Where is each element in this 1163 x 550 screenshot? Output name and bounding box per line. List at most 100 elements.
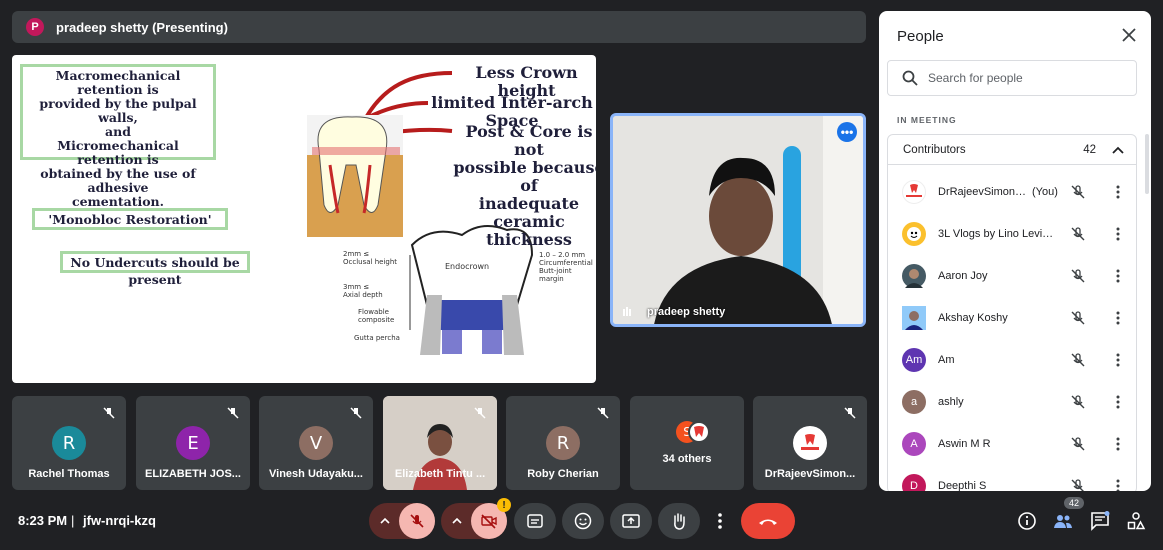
- mic-off-icon: [410, 514, 424, 528]
- meeting-controls-bar: 8:23 PM | jfw-nrqi-kzq ! 42: [0, 497, 1163, 550]
- participant-row[interactable]: A Aswin M R: [888, 423, 1136, 465]
- more-options-icon[interactable]: •••: [837, 122, 857, 142]
- avatar: [793, 426, 827, 460]
- participant-tile[interactable]: R Roby Cherian: [506, 396, 620, 490]
- flowable-line: Flowable: [358, 308, 389, 316]
- point3-line: possible because of: [453, 158, 596, 195]
- warning-badge: !: [497, 498, 511, 512]
- margin-line: Butt-joint margin: [539, 267, 572, 283]
- presenter-name-label: pradeep shetty: [647, 306, 726, 318]
- audio-level-icon: [623, 307, 631, 316]
- people-search-input[interactable]: Search for people: [887, 60, 1137, 96]
- more-vert-icon[interactable]: [1110, 436, 1126, 452]
- participant-tile[interactable]: E ELIZABETH JOS...: [136, 396, 250, 490]
- more-vert-icon[interactable]: [1110, 310, 1126, 326]
- panel-title: People: [897, 28, 944, 45]
- hand-icon: [674, 513, 685, 530]
- camera-control-group[interactable]: !: [441, 498, 511, 539]
- present-button[interactable]: [610, 503, 652, 539]
- presenter-avatar: P: [26, 18, 44, 36]
- search-icon: [902, 70, 918, 86]
- label-flowable: Flowable composite: [358, 308, 394, 324]
- avatar: [902, 222, 926, 246]
- avatar: Am: [902, 348, 926, 372]
- mic-off-icon: [597, 407, 609, 419]
- chevron-up-icon[interactable]: [380, 516, 390, 526]
- participant-name: 3L Vlogs by Lino Levin L...: [938, 228, 1058, 240]
- participant-tile[interactable]: R Rachel Thomas: [12, 396, 126, 490]
- box1-line: cementation.: [71, 194, 164, 209]
- participant-name: Roby Cherian: [527, 468, 599, 480]
- participant-row[interactable]: D Deepthi S: [888, 465, 1136, 491]
- monobloc-box: 'Monobloc Restoration': [32, 208, 228, 230]
- meeting-info-icon[interactable]: [1017, 511, 1037, 531]
- avatar: [902, 306, 926, 330]
- group-label: Contributors: [903, 143, 966, 156]
- participant-row[interactable]: Aaron Joy: [888, 255, 1136, 297]
- participant-name: Aswin M R: [938, 438, 991, 450]
- contributors-list: Contributors 42 DrRajeevSimonK ... (You)…: [887, 134, 1137, 491]
- box1-line: and: [105, 124, 131, 139]
- participant-name: DrRajeevSimonK ...: [938, 186, 1028, 198]
- presenter-video-tile[interactable]: ••• pradeep shetty: [610, 113, 866, 327]
- avatar: a: [902, 390, 926, 414]
- more-vert-icon[interactable]: [1110, 352, 1126, 368]
- chat-icon[interactable]: [1090, 511, 1110, 531]
- participant-row[interactable]: 3L Vlogs by Lino Levin L...: [888, 213, 1136, 255]
- leave-call-button[interactable]: [741, 503, 795, 539]
- emoji-icon: [574, 512, 592, 530]
- avatar: [688, 421, 710, 443]
- mic-control-group[interactable]: [369, 503, 435, 539]
- label-margin: 1.0 – 2.0 mm Circumferential Butt-joint …: [539, 251, 596, 283]
- mic-off-icon: [1071, 479, 1084, 491]
- captions-button[interactable]: [514, 503, 556, 539]
- box1-line: Macromechanical retention is: [55, 68, 181, 97]
- participant-row[interactable]: Akshay Koshy: [888, 297, 1136, 339]
- box1-line: Micromechanical retention is: [57, 138, 179, 167]
- dentaura-logo-icon: [801, 434, 819, 450]
- presenting-title: pradeep shetty (Presenting): [56, 19, 228, 35]
- mic-off-icon: [103, 407, 115, 419]
- contributors-header[interactable]: Contributors 42: [888, 135, 1136, 165]
- dentaura-logo-icon: [906, 184, 922, 197]
- retention-box: Macromechanical retention is provided by…: [20, 64, 216, 209]
- point-post-core: Post & Core is not possible because of i…: [452, 123, 596, 249]
- label-axial: 3mm ≤ Axial depth: [343, 283, 383, 299]
- more-vert-icon[interactable]: [1110, 226, 1126, 242]
- participant-row[interactable]: DrRajeevSimonK ... (You): [888, 171, 1136, 213]
- participant-name: Aaron Joy: [938, 270, 988, 282]
- participant-name: ELIZABETH JOS...: [145, 468, 241, 480]
- close-icon[interactable]: [1121, 27, 1137, 43]
- participant-name: Rachel Thomas: [28, 468, 110, 480]
- participant-row[interactable]: Am Am: [888, 339, 1136, 381]
- axial-line: Axial depth: [343, 291, 383, 299]
- more-vert-icon[interactable]: [1110, 478, 1126, 491]
- people-icon[interactable]: [1053, 511, 1073, 531]
- more-vert-icon[interactable]: [1110, 184, 1126, 200]
- axial-line: 3mm ≤: [343, 283, 370, 291]
- raise-hand-button[interactable]: [658, 503, 700, 539]
- chevron-up-icon[interactable]: [1112, 146, 1124, 154]
- more-options-button[interactable]: [710, 503, 730, 539]
- clock: 8:23 PM: [18, 513, 68, 528]
- participant-tile[interactable]: DrRajeevSimon...: [753, 396, 867, 490]
- participant-name: Deepthi S: [938, 480, 987, 491]
- mic-off-icon: [1071, 395, 1085, 409]
- activities-icon[interactable]: [1126, 511, 1146, 531]
- panel-scrollbar[interactable]: [1145, 134, 1149, 194]
- more-vert-icon[interactable]: [1110, 268, 1126, 284]
- participant-row[interactable]: a ashly: [888, 381, 1136, 423]
- presenting-banner: P pradeep shetty (Presenting): [12, 11, 866, 43]
- mic-toggle-button[interactable]: [399, 503, 435, 539]
- group-count: 42: [1083, 143, 1096, 156]
- others-tile[interactable]: S 34 others: [630, 396, 744, 490]
- profile-photo-icon: [905, 269, 923, 288]
- section-label: IN MEETING: [897, 115, 957, 125]
- occlusal-line: 2mm ≤: [343, 250, 370, 258]
- reactions-button[interactable]: [562, 503, 604, 539]
- chevron-up-icon[interactable]: [452, 516, 462, 526]
- participant-tile[interactable]: V Vinesh Udayaku...: [259, 396, 373, 490]
- participant-tile[interactable]: Elizabeth Tintu ...: [383, 396, 497, 490]
- mic-off-icon: [844, 407, 856, 419]
- more-vert-icon[interactable]: [1110, 394, 1126, 410]
